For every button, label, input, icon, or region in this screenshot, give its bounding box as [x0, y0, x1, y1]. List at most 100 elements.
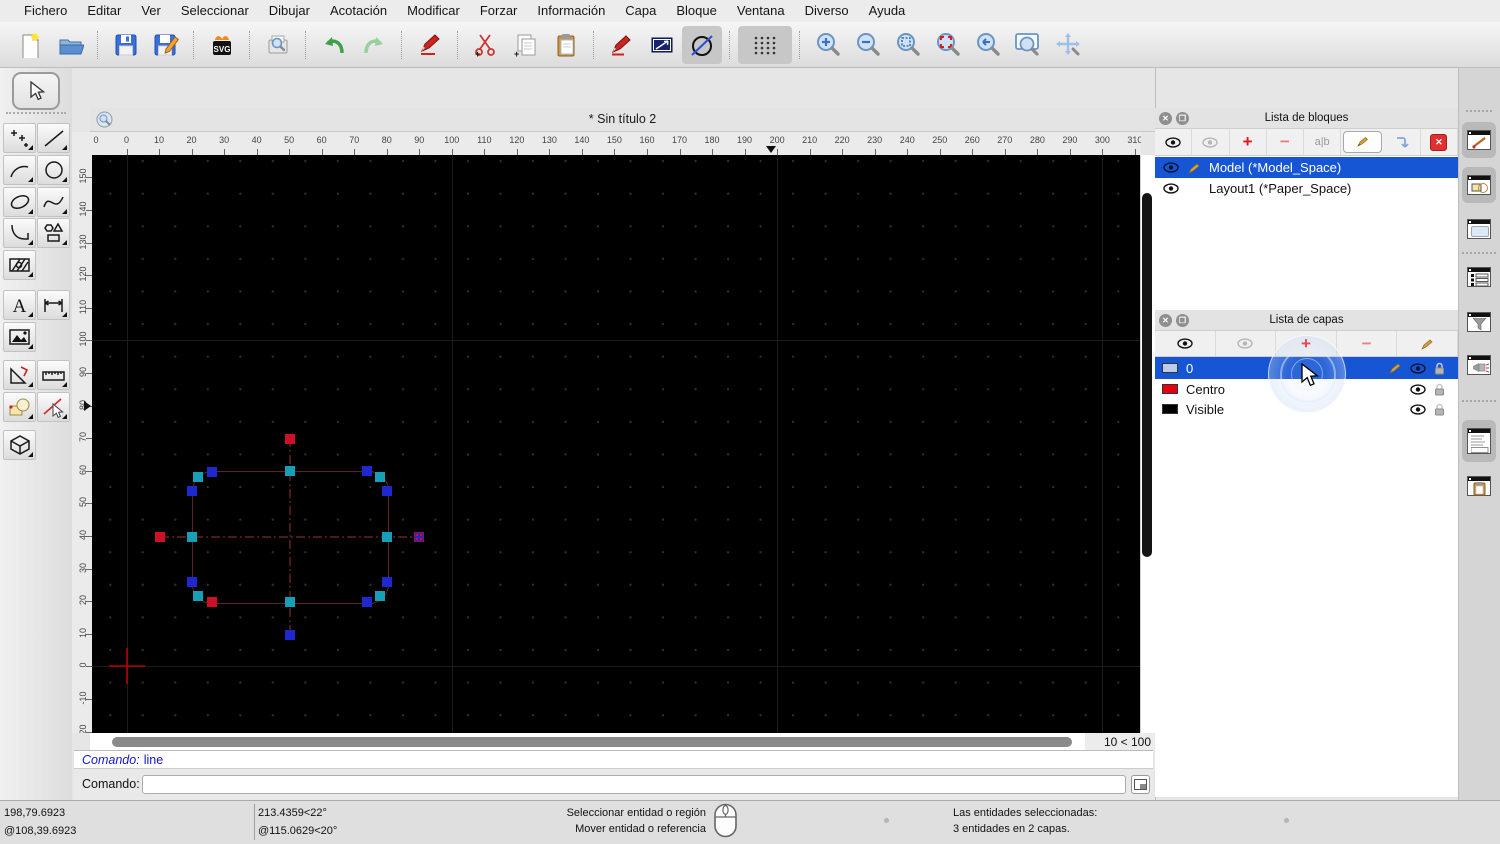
menu-item-ver[interactable]: Ver — [131, 0, 171, 22]
edit-block-button[interactable] — [1343, 131, 1382, 153]
menu-item-capa[interactable]: Capa — [615, 0, 666, 22]
polygon-shapes-tool-button[interactable] — [37, 218, 70, 248]
dock-library-browser-button[interactable] — [1462, 211, 1496, 247]
zoom-window-button[interactable] — [1008, 26, 1048, 64]
menu-item-bloque[interactable]: Bloque — [666, 0, 726, 22]
cyan-selection-handle[interactable] — [285, 597, 295, 607]
entity-attributes-button[interactable] — [642, 26, 682, 64]
cyan-selection-handle[interactable] — [193, 591, 203, 601]
draw-order-pen-button[interactable] — [410, 26, 450, 64]
block-create-tool-button[interactable] — [3, 392, 36, 422]
red-selection-handle[interactable] — [285, 434, 295, 444]
blue-selection-handle[interactable] — [382, 486, 392, 496]
command-input[interactable] — [142, 775, 1126, 794]
remove-block-button[interactable]: − — [1267, 129, 1304, 155]
blue-selection-handle[interactable] — [187, 486, 197, 496]
dock-block-list-button[interactable] — [1462, 167, 1496, 203]
block-row-model[interactable]: Model (*Model_Space) — [1155, 157, 1458, 178]
special-selection-handle[interactable] — [414, 532, 424, 542]
dock-notification-button[interactable] — [1462, 347, 1496, 383]
cyan-selection-handle[interactable] — [375, 472, 385, 482]
horizontal-scrollbar-thumb[interactable] — [112, 737, 1072, 747]
draft-mode-button[interactable] — [682, 25, 722, 64]
red-selection-handle[interactable] — [207, 597, 217, 607]
rename-block-button[interactable]: a|b — [1304, 129, 1342, 155]
lock-icon[interactable] — [1434, 383, 1445, 396]
dock-entity-list-button[interactable] — [1462, 259, 1496, 295]
image-tool-button[interactable] — [3, 322, 36, 352]
pen-attributes-button[interactable] — [602, 26, 642, 64]
menu-item-ayuda[interactable]: Ayuda — [859, 0, 916, 22]
zoom-previous-button[interactable] — [968, 26, 1008, 64]
dock-command-line-button[interactable] — [1462, 420, 1496, 462]
blue-selection-handle[interactable] — [362, 597, 372, 607]
blue-selection-handle[interactable] — [382, 577, 392, 587]
open-file-button[interactable] — [50, 26, 90, 64]
ellipse-tool-button[interactable] — [3, 187, 36, 217]
grid-toggle-button[interactable] — [738, 25, 792, 64]
menu-item-diverso[interactable]: Diverso — [795, 0, 859, 22]
polyline-tool-button[interactable] — [3, 218, 36, 248]
block-row-layout1[interactable]: Layout1 (*Paper_Space) — [1155, 178, 1458, 199]
delete-block-button[interactable]: ✕ — [1421, 129, 1458, 155]
text-tool-button[interactable]: A — [3, 290, 36, 320]
cyan-selection-handle[interactable] — [187, 532, 197, 542]
edit-layer-button[interactable] — [1397, 331, 1458, 356]
modify-tool-button[interactable] — [3, 360, 36, 390]
points-tool-button[interactable] — [3, 123, 36, 153]
blue-selection-handle[interactable] — [187, 577, 197, 587]
vertical-scrollbar-thumb[interactable] — [1142, 193, 1152, 557]
menu-item-fichero[interactable]: Fichero — [14, 0, 77, 22]
remove-layer-button[interactable]: − — [1337, 331, 1398, 356]
eye-icon[interactable] — [1163, 162, 1179, 173]
blue-selection-handle[interactable] — [285, 630, 295, 640]
save-button[interactable] — [106, 26, 146, 64]
menu-item-ventana[interactable]: Ventana — [727, 0, 795, 22]
eye-icon[interactable] — [1163, 183, 1179, 194]
copy-button[interactable]: + — [506, 26, 546, 64]
dock-clipboard-button[interactable] — [1462, 468, 1496, 504]
circle-tool-button[interactable] — [37, 155, 70, 185]
select-tool-button[interactable] — [12, 72, 60, 110]
selected-rounded-rectangle[interactable] — [192, 471, 389, 604]
redo-button[interactable] — [354, 26, 394, 64]
zoom-extents-button[interactable] — [928, 26, 968, 64]
svg-export-button[interactable]: SVG — [202, 26, 242, 64]
lock-icon[interactable] — [1434, 362, 1445, 375]
show-all-layers-button[interactable] — [1155, 331, 1216, 356]
menu-item-dibujar[interactable]: Dibujar — [259, 0, 320, 22]
red-selection-handle[interactable] — [155, 532, 165, 542]
zoom-in-button[interactable] — [808, 26, 848, 64]
line-tool-button[interactable] — [37, 123, 70, 153]
dock-strip-handle[interactable] — [1466, 110, 1492, 112]
cut-button[interactable]: + — [466, 26, 506, 64]
deselect-tool-button[interactable] — [37, 392, 70, 422]
show-all-blocks-button[interactable] — [1155, 129, 1193, 155]
menu-item-editar[interactable]: Editar — [77, 0, 131, 22]
menu-item-información[interactable]: Información — [527, 0, 615, 22]
command-options-button[interactable] — [1131, 775, 1150, 794]
hide-all-blocks-button[interactable] — [1192, 129, 1230, 155]
save-as-button[interactable] — [146, 26, 186, 64]
add-block-button[interactable]: + — [1230, 129, 1267, 155]
drawing-canvas[interactable] — [92, 155, 1140, 733]
new-document-button[interactable] — [10, 26, 50, 64]
dimension-tool-button[interactable] — [37, 290, 70, 320]
measure-tool-button[interactable] — [37, 360, 70, 390]
cyan-selection-handle[interactable] — [285, 466, 295, 476]
paste-button[interactable] — [546, 26, 586, 64]
undo-button[interactable] — [314, 26, 354, 64]
dock-layer-list-button[interactable] — [1462, 122, 1496, 158]
spline-tool-button[interactable] — [37, 187, 70, 217]
hide-all-layers-button[interactable] — [1216, 331, 1277, 356]
eye-icon[interactable] — [1410, 404, 1426, 415]
arc-tool-button[interactable] — [3, 155, 36, 185]
hatch-tool-button[interactable] — [3, 250, 36, 280]
dock-filter-button[interactable] — [1462, 304, 1496, 340]
solid-3d-tool-button[interactable] — [3, 430, 36, 460]
print-preview-button[interactable] — [258, 26, 298, 64]
eye-icon[interactable] — [1410, 362, 1426, 374]
insert-block-button[interactable] — [1384, 129, 1421, 155]
eye-icon[interactable] — [1410, 384, 1426, 395]
zoom-auto-button[interactable] — [888, 26, 928, 64]
